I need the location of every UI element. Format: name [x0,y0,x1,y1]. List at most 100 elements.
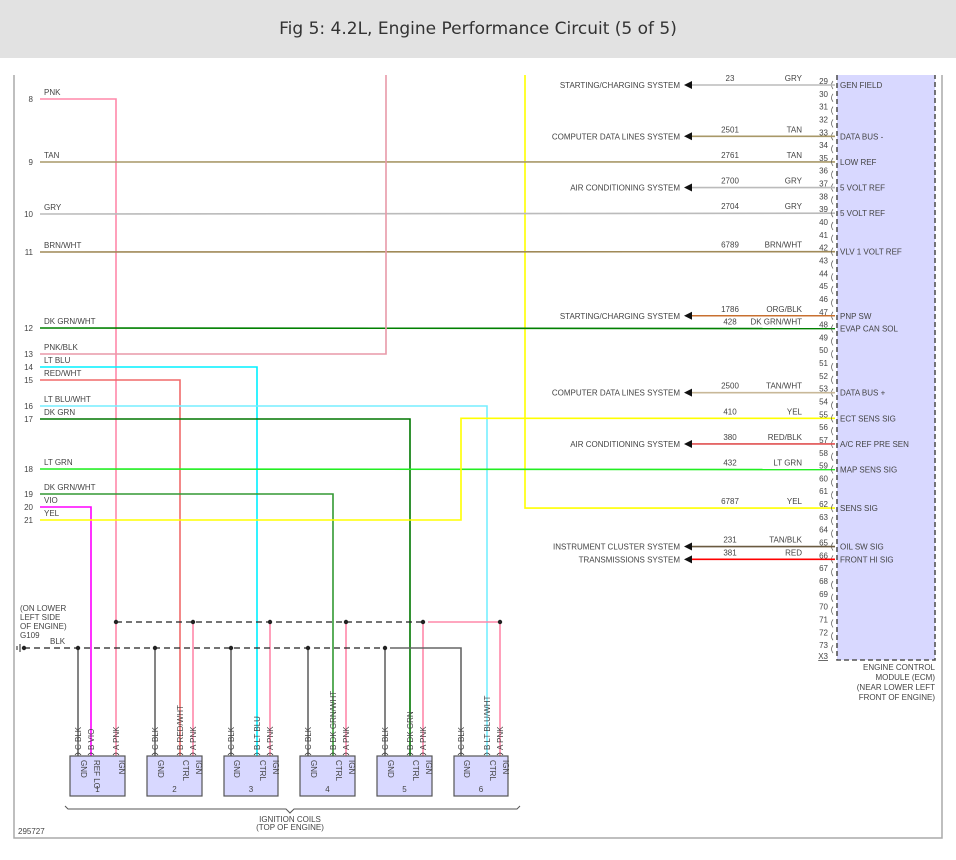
connector-terminal-icon [831,375,834,385]
coil-pin-wire-label: A PNK [496,726,505,750]
connector-terminal-icon [831,580,834,590]
ground-location-label: LEFT SIDE [20,613,60,622]
connector-terminal-icon [831,350,834,359]
system-label: COMPUTER DATA LINES SYSTEM [552,389,681,398]
ecm-connector-id: X3 [818,652,828,661]
ground-location-label: G109 [20,631,40,640]
ecm-pin-number: 64 [819,526,828,535]
circuit-number: 6787 [721,497,739,506]
coil-number: 5 [402,785,407,794]
splice-dot [497,619,503,625]
connector-terminal-icon [831,119,834,128]
connector-terminal-icon [831,426,834,436]
connector-terminal-icon [831,593,834,603]
connector-terminal-icon [831,401,834,410]
left-wire-color-label: PNK/BLK [44,343,78,352]
coil-pin-function: GND [156,760,165,778]
connector-terminal-icon [831,452,834,461]
ecm-wire-color-label: LT GRN [773,459,802,468]
wire-20 [40,506,92,756]
ecm-wire-color-label: RED/BLK [768,433,803,442]
ecm-pin-function: FRONT HI SIG [840,555,894,564]
circuit-number: 231 [723,536,737,545]
ecm-pin-number: 43 [819,256,828,265]
coil-pin-wire-label: C BLK [304,726,313,750]
wire-18 [39,468,836,471]
ecm-pin-number: 70 [819,603,828,612]
ecm-pin-number: 30 [819,90,828,99]
ecm-pin-number: 42 [819,244,828,253]
circuit-number: 2761 [721,151,739,160]
left-wire-color-label: LT GRN [44,458,73,467]
ecm-pin-number: 36 [819,167,828,176]
connector-terminal-icon [831,106,834,115]
connector-terminal-icon [831,567,834,577]
coil-pin-function: CTRL [411,760,420,781]
coil-pin-function: IGN [117,760,126,774]
left-wire-color-label: LT BLU/WHT [44,395,91,404]
ecm-wire-color-label: GRY [785,74,803,83]
splice-dot [228,645,234,651]
left-pin-number: 8 [29,95,34,104]
connector-terminal-icon [831,170,834,179]
coil-pin-function: GND [462,760,471,778]
circuit-number: 2704 [721,202,739,211]
wire-19 [40,493,334,756]
coil-pin-wire-label: A PNK [266,726,275,750]
coil-number: 6 [479,785,484,794]
connector-terminal-icon [831,196,834,205]
ecm-wire-color-label: DK GRN/WHT [750,318,802,327]
circuit-number: 2500 [721,382,739,391]
ecm-pin-number: 41 [819,231,828,240]
connector-terminal-icon [831,644,834,654]
wire-14 [40,366,258,756]
system-label: INSTRUMENT CLUSTER SYSTEM [553,543,680,552]
ecm-label: ENGINE CONTROL [863,663,936,672]
connector-terminal-icon [831,478,834,487]
coil-number: 2 [172,785,177,794]
arrow-left-icon [684,132,692,141]
left-pin-number: 11 [25,248,34,257]
left-pin-number: 15 [24,376,33,385]
left-pin-number: 20 [24,503,33,512]
ecm-pin-function: GEN FIELD [840,81,882,90]
left-pin-number: 17 [24,415,33,424]
coil-pin-function: GND [386,760,395,778]
coil-pin-function: IGN [424,760,433,774]
circuit-number: 428 [723,318,737,327]
splice-dot [382,645,388,651]
coil-pin-function: GND [309,760,318,778]
connector-terminal-icon [831,619,834,628]
ecm-pin-number: 73 [819,641,828,650]
wire-16 [40,405,488,756]
ignition-coils-brace [64,805,521,814]
connector-terminal-icon [831,298,834,308]
ecm-wire-color-label: BRN/WHT [765,241,802,250]
ecm-pin-number: 56 [819,423,828,432]
coil-pin-wire-label: C BLK [151,726,160,750]
ecm-wire-color-label: TAN/WHT [766,382,802,391]
arrow-left-icon [684,81,692,89]
ecm-pin-number: 31 [819,103,828,112]
coil-pin-wire-label: C BLK [381,726,390,750]
ecm-wire-color-label: GRY [785,202,803,211]
circuit-number: 23 [726,74,735,83]
connector-terminal-icon [831,632,834,641]
arrow-left-icon [684,439,692,448]
ecm-pin-number: 55 [819,410,828,419]
ignition-coils-label: (TOP OF ENGINE) [256,823,324,832]
ecm-pin-number: 35 [819,154,828,163]
ecm-pin-number: 34 [819,141,828,150]
ecm-pin-function: LOW REF [840,158,877,167]
left-pin-number: 16 [24,402,33,411]
ecm-pin-number: 59 [819,462,828,471]
ground-point [21,645,27,651]
coil-pin-wire-label: A PNK [189,726,198,750]
ecm-pin-function: MAP SENS SIG [840,466,897,475]
ecm-pin-function: 5 VOLT REF [840,209,885,218]
ecm-wire-color-label: YEL [787,497,803,506]
figure-id: 295727 [18,827,45,836]
coil-pin-wire-label: C BLK [227,726,236,750]
system-label: AIR CONDITIONING SYSTEM [570,440,680,449]
arrow-left-icon [684,555,692,564]
